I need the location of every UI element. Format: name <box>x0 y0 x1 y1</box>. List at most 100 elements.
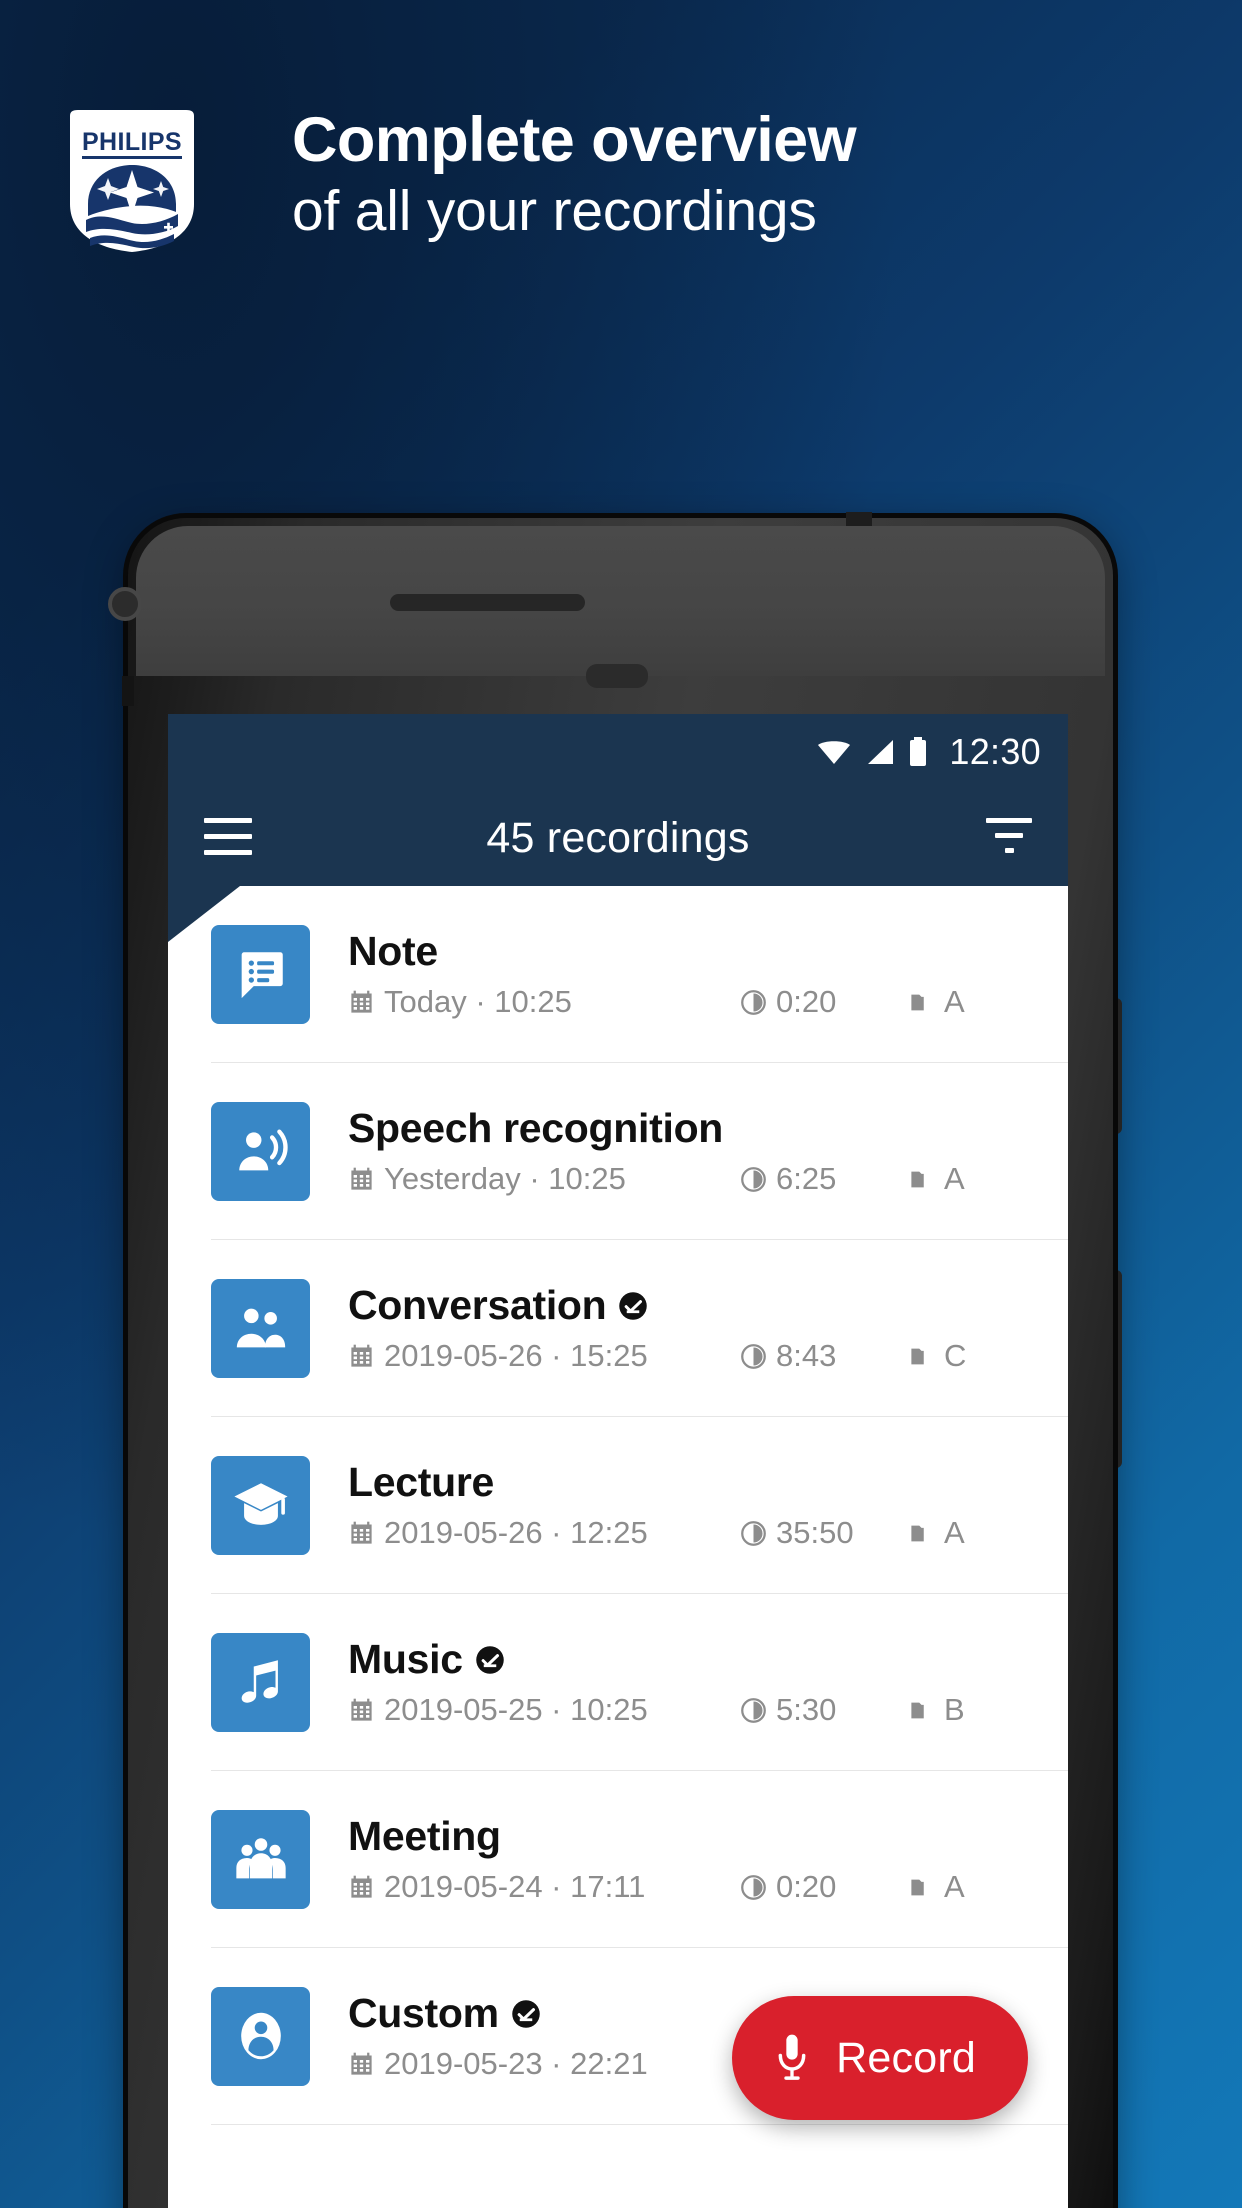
battery-icon <box>908 737 928 767</box>
note-icon <box>211 924 310 1024</box>
checked-badge-icon <box>619 1291 648 1320</box>
proximity-sensor <box>586 664 648 688</box>
meta-folder-group: A <box>908 1869 965 1905</box>
list-item-meta: Yesterday · 10:25 6:25 A <box>348 1161 1068 1197</box>
list-item[interactable]: Speech recognition Yesterday · 10:25 6:2… <box>168 1063 1068 1239</box>
list-item-date: 2019-05-23 · 22:21 <box>384 2046 648 2081</box>
calendar-icon <box>351 1167 372 1190</box>
calendar-icon <box>351 990 372 1013</box>
list-item-body: Note Today · 10:25 0:20 A <box>348 928 1068 1020</box>
list-item-meta: 2019-05-24 · 17:11 0:20 A <box>348 1869 1068 1905</box>
calendar-icon <box>351 2052 372 2075</box>
list-item-meta: 2019-05-26 · 15:25 8:43 C <box>348 1338 1068 1374</box>
list-item[interactable]: Lecture 2019-05-26 · 12:25 35:50 A <box>168 1417 1068 1593</box>
folder-icon <box>911 1702 924 1718</box>
list-item-body: Music 2019-05-25 · 10:25 5:30 B <box>348 1636 1068 1728</box>
custom-icon <box>211 1986 310 2086</box>
headline-light: of all your recordings <box>292 178 817 243</box>
clock-icon <box>741 1166 766 1192</box>
meeting-icon <box>211 1809 310 1909</box>
list-item-body: Meeting 2019-05-24 · 17:11 0:20 A <box>348 1813 1068 1905</box>
svg-text:PHILIPS: PHILIPS <box>82 128 182 156</box>
list-item-folder: B <box>944 1692 965 1727</box>
meta-duration-group: 0:20 <box>740 1869 908 1905</box>
clock-icon <box>741 1343 766 1369</box>
list-item[interactable]: Conversation 2019-05-26 · 15:25 8:43 C <box>168 1240 1068 1416</box>
list-item-date: 2019-05-25 · 10:25 <box>384 1692 648 1727</box>
list-item-title-row: Music <box>348 1636 1068 1683</box>
list-item-duration: 8:43 <box>776 1338 837 1373</box>
front-camera-icon <box>108 587 142 621</box>
checked-badge-icon <box>512 1999 540 2028</box>
list-item-folder: A <box>944 1515 965 1550</box>
list-item-body: Lecture 2019-05-26 · 12:25 35:50 A <box>348 1459 1068 1551</box>
folder-icon <box>911 1525 924 1541</box>
clock-icon <box>741 989 766 1015</box>
folder-icon <box>911 1171 924 1187</box>
list-item-title: Meeting <box>348 1813 501 1859</box>
calendar-icon <box>351 1344 372 1367</box>
list-item-title: Note <box>348 928 438 974</box>
filter-icon[interactable] <box>986 818 1032 858</box>
app-bar: 45 recordings <box>168 790 1068 886</box>
music-icon <box>211 1632 310 1732</box>
list-item-date: Today · 10:25 <box>384 984 572 1019</box>
list-item-title-row: Speech recognition <box>348 1105 1068 1152</box>
calendar-icon <box>351 1875 372 1898</box>
list-item-date: 2019-05-24 · 17:11 <box>384 1869 646 1904</box>
earpiece-speaker <box>390 594 585 611</box>
folder-icon <box>911 1348 924 1364</box>
meta-folder-group: C <box>908 1338 966 1374</box>
list-item-title: Music <box>348 1636 463 1682</box>
folder-icon <box>911 1879 924 1895</box>
list-item-title-row: Conversation <box>348 1282 1068 1329</box>
clock-icon <box>741 1874 766 1900</box>
phone-side-notch <box>122 676 134 706</box>
list-item-title: Speech recognition <box>348 1105 724 1151</box>
list-item-folder: A <box>944 1161 965 1196</box>
philips-shield-logo: PHILIPS <box>66 108 198 254</box>
list-item[interactable]: Music 2019-05-25 · 10:25 5:30 B <box>168 1594 1068 1770</box>
list-item-title-row: Lecture <box>348 1459 1068 1506</box>
status-bar: 12:30 <box>168 714 1068 790</box>
microphone-icon <box>778 2034 806 2080</box>
meta-date-group: Today · 10:25 <box>348 984 740 1020</box>
speech-recognition-icon <box>211 1101 310 1201</box>
meta-date-group: 2019-05-24 · 17:11 <box>348 1869 740 1905</box>
list-item[interactable]: Meeting 2019-05-24 · 17:11 0:20 A <box>168 1771 1068 1947</box>
folder-icon <box>911 994 924 1010</box>
wifi-icon <box>816 738 852 766</box>
list-item-meta: Today · 10:25 0:20 A <box>348 984 1068 1020</box>
list-item-body: Speech recognition Yesterday · 10:25 6:2… <box>348 1105 1068 1197</box>
list-item-duration: 6:25 <box>776 1161 837 1196</box>
record-button[interactable]: Record <box>732 1996 1028 2120</box>
record-button-label: Record <box>836 2033 976 2082</box>
meta-duration-group: 6:25 <box>740 1161 908 1197</box>
cellular-signal-icon <box>865 738 895 766</box>
list-item-folder: C <box>944 1338 967 1373</box>
calendar-icon <box>351 1521 372 1544</box>
meta-date-group: 2019-05-23 · 22:21 <box>348 2046 740 2082</box>
meta-folder-group: A <box>908 1515 965 1551</box>
phone-screen: 12:30 45 recordings Note Today · 10:25 0… <box>168 714 1068 2208</box>
list-item-meta: 2019-05-25 · 10:25 5:30 B <box>348 1692 1068 1728</box>
hamburger-menu-icon[interactable] <box>204 818 252 858</box>
list-item-folder: A <box>944 984 965 1019</box>
meta-duration-group: 35:50 <box>740 1515 908 1551</box>
meta-date-group: 2019-05-26 · 12:25 <box>348 1515 740 1551</box>
list-item-duration: 5:30 <box>776 1692 837 1727</box>
phone-top-face <box>136 526 1105 676</box>
lecture-icon <box>211 1455 310 1555</box>
list-item-duration: 35:50 <box>776 1515 854 1550</box>
list-item[interactable]: Note Today · 10:25 0:20 A <box>168 886 1068 1062</box>
meta-folder-group: A <box>908 1161 965 1197</box>
list-item-duration: 0:20 <box>776 984 837 1019</box>
list-item-date: 2019-05-26 · 15:25 <box>384 1338 648 1373</box>
list-item-body: Conversation 2019-05-26 · 15:25 8:43 C <box>348 1282 1068 1374</box>
list-item-title: Custom <box>348 1990 499 2036</box>
meta-duration-group: 8:43 <box>740 1338 908 1374</box>
list-item-date: Yesterday · 10:25 <box>384 1161 626 1196</box>
recordings-list[interactable]: Note Today · 10:25 0:20 A Speech recogni… <box>168 886 1068 2208</box>
checked-badge-icon <box>475 1645 504 1674</box>
status-bar-time: 12:30 <box>949 731 1041 772</box>
